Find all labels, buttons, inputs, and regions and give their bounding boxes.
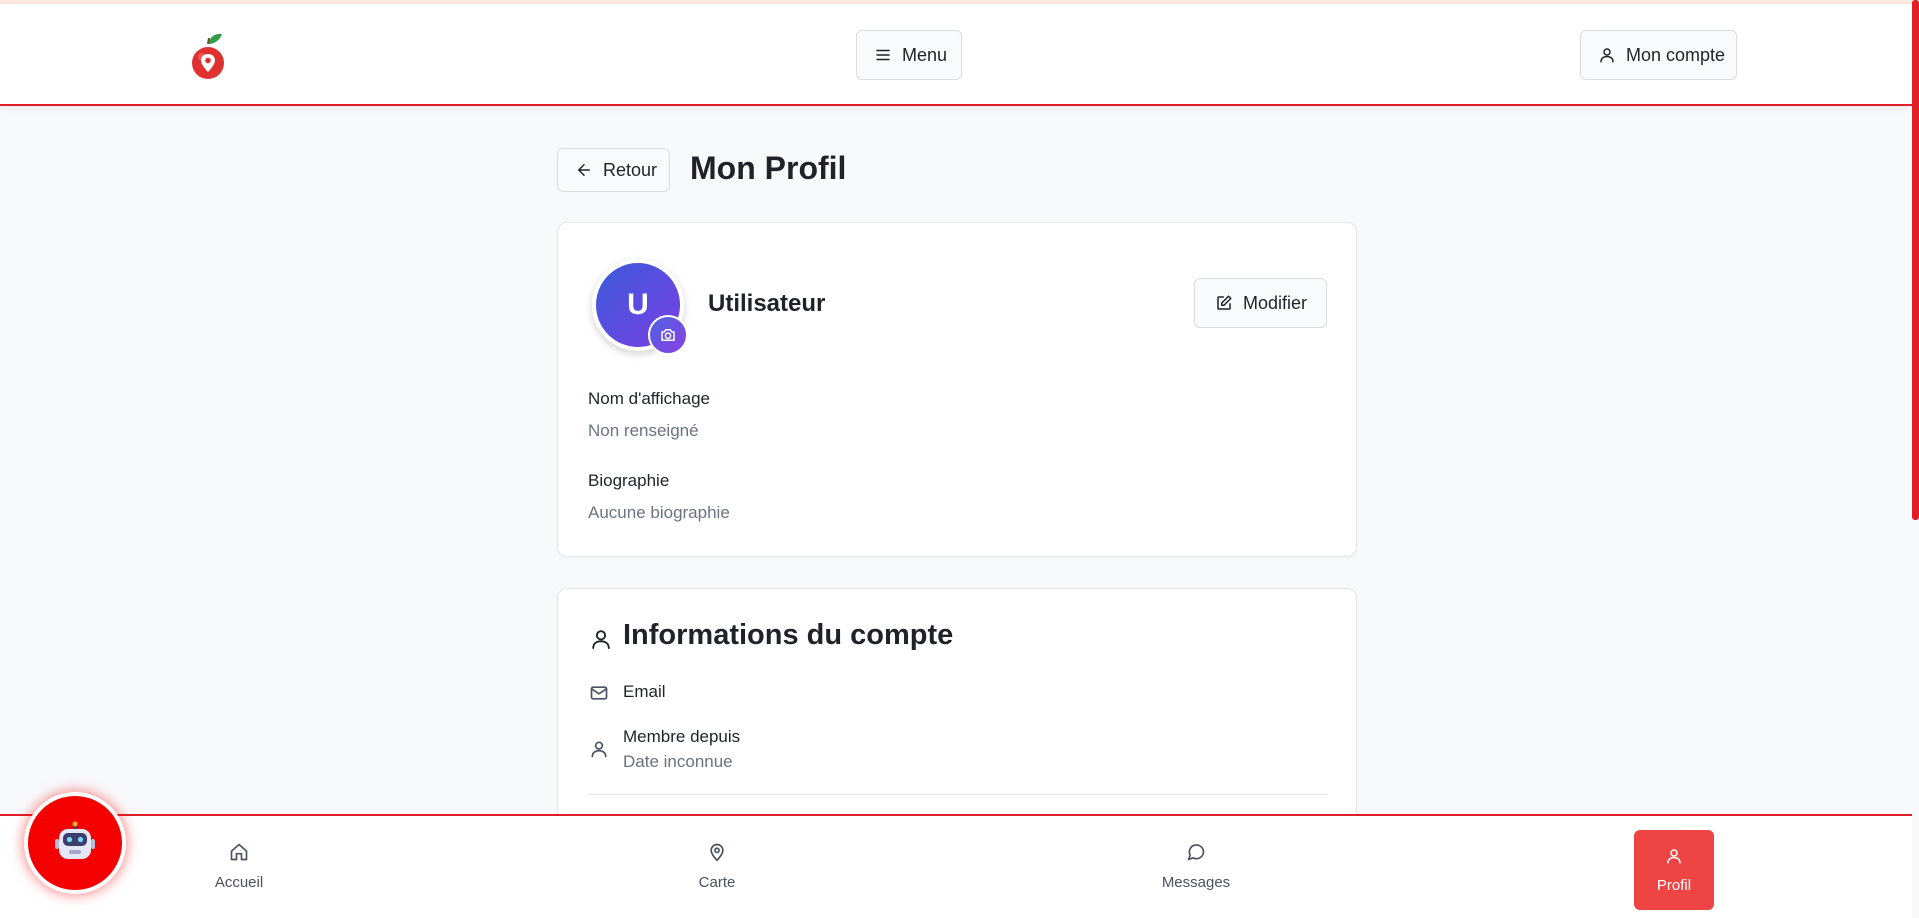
camera-icon [661,329,675,341]
nav-item-profil[interactable]: Profil [1634,830,1714,910]
member-since-label: Membre depuis [623,727,741,746]
email-label: Email [623,682,666,701]
page-title: Mon Profil [690,150,847,186]
nav-item-carte[interactable]: Carte [662,816,772,916]
display-name-label: Nom d'affichage [588,389,711,408]
nav-item-messages[interactable]: Messages [1141,816,1251,916]
profile-card: U Utilisateur Modifier Nom d'affichage N… [557,222,1357,557]
change-photo-button[interactable] [648,315,688,355]
back-button-label: Retour [603,159,658,180]
app-logo[interactable] [188,30,228,84]
divider [588,794,1328,795]
user-icon [1600,48,1614,63]
biography-value: Aucune biographie [588,503,730,522]
arrow-left-icon [578,164,590,176]
mail-icon [590,686,608,700]
edit-icon [1217,295,1232,310]
menu-button[interactable]: Menu [856,30,962,80]
map-pin-icon [710,843,724,861]
nav-label-carte: Carte [698,873,736,891]
top-header: Menu Mon compte [0,4,1912,106]
robot-icon [55,821,95,859]
username: Utilisateur [708,290,826,317]
back-button[interactable]: Retour [557,148,670,192]
nav-label-accueil: Accueil [214,873,264,891]
chatbot-button[interactable] [24,792,126,894]
menu-button-label: Menu [902,44,948,65]
my-account-label: Mon compte [1626,44,1726,65]
user-icon [1667,848,1681,863]
scrollbar[interactable] [1912,0,1919,520]
message-circle-icon [1187,843,1205,860]
edit-profile-button[interactable]: Modifier [1194,278,1327,328]
nav-label-messages: Messages [1161,873,1231,891]
user-icon [591,741,607,758]
edit-profile-label: Modifier [1243,292,1308,313]
home-icon [230,843,248,860]
nav-label-profil: Profil [1656,876,1692,894]
nav-item-accueil[interactable]: Accueil [184,816,294,916]
biography-label: Biographie [588,471,670,490]
bottom-navigation: Accueil Carte Messages Profil [0,814,1912,918]
hamburger-icon [876,49,890,61]
display-name-value: Non renseigné [588,421,699,440]
member-since-value: Date inconnue [623,752,733,771]
avatar-initial: U [627,288,649,321]
my-account-button[interactable]: Mon compte [1580,30,1737,80]
account-info-card: Informations du compte Email Membre depu… [557,588,1357,828]
user-icon [592,630,610,650]
account-info-title: Informations du compte [623,619,954,651]
